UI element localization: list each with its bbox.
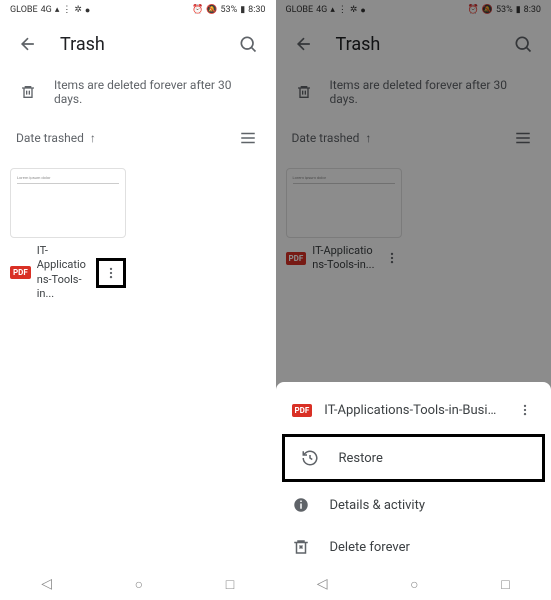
delete-icon	[292, 538, 312, 556]
dot-icon: ●	[85, 5, 90, 16]
arrow-up-icon: ↑	[90, 131, 96, 145]
sheet-header: PDF IT-Applications-Tools-in-Business-..…	[276, 392, 551, 432]
status-bar: GLOBE 4G ▴ ⋮ ✲ ● ⏰ 🔕 53% ▮ 8:30	[0, 0, 276, 20]
alarm-icon: ⏰	[192, 5, 203, 15]
sync-icon: ✲	[74, 5, 82, 15]
signal-icon: ▴	[55, 5, 60, 15]
network-label: 4G	[41, 5, 52, 15]
delete-forever-button[interactable]: Delete forever	[276, 526, 551, 568]
pdf-badge: PDF	[10, 266, 31, 279]
details-label: Details & activity	[330, 498, 425, 513]
battery-pct: 53%	[220, 5, 237, 15]
trash-icon	[20, 84, 36, 100]
restore-button[interactable]: Restore	[285, 437, 543, 479]
nav-back[interactable]: ◁	[41, 576, 52, 592]
delete-label: Delete forever	[330, 540, 410, 555]
sort-button[interactable]: Date trashed ↑	[16, 131, 96, 145]
sort-label: Date trashed	[16, 131, 84, 145]
nav-home[interactable]: ○	[135, 576, 143, 593]
search-button[interactable]	[236, 32, 260, 56]
info-icon	[292, 496, 312, 514]
wifi-icon: ⋮	[62, 5, 71, 15]
more-options-button[interactable]	[101, 263, 121, 283]
sort-row: Date trashed ↑	[0, 116, 276, 158]
details-button[interactable]: Details & activity	[276, 484, 551, 526]
pdf-badge: PDF	[292, 404, 313, 417]
restore-icon	[301, 449, 321, 467]
nav-home[interactable]: ○	[410, 576, 418, 593]
screen-trash-sheet: GLOBE 4G ▴ ⋮ ✲ ● ⏰ 🔕 53% ▮ 8:30 Trash It…	[276, 0, 551, 600]
app-bar: Trash	[0, 20, 276, 68]
bottom-sheet: PDF IT-Applications-Tools-in-Business-..…	[276, 382, 551, 568]
dnd-icon: 🔕	[206, 5, 217, 15]
nav-recent[interactable]: □	[501, 576, 509, 593]
back-button[interactable]	[16, 32, 40, 56]
more-button-highlight	[96, 258, 126, 288]
clock: 8:30	[248, 5, 265, 15]
view-toggle-button[interactable]	[236, 126, 260, 150]
carrier-label: GLOBE	[10, 5, 38, 15]
sheet-more-button[interactable]	[515, 400, 535, 420]
page-title: Trash	[60, 34, 216, 55]
nav-bar: ◁ ○ □	[276, 568, 551, 600]
sheet-file-name: IT-Applications-Tools-in-Business-...	[324, 403, 503, 418]
file-item[interactable]: Lorem ipsum dolor PDF IT-Applicatio ns-T…	[10, 168, 126, 307]
battery-icon: ▮	[240, 5, 245, 15]
info-message: Items are deleted forever after 30 days.	[54, 78, 256, 106]
file-thumbnail: Lorem ipsum dolor	[10, 168, 126, 238]
info-bar: Items are deleted forever after 30 days.	[0, 68, 276, 116]
nav-recent[interactable]: □	[226, 576, 234, 593]
screen-trash-grid: GLOBE 4G ▴ ⋮ ✲ ● ⏰ 🔕 53% ▮ 8:30 Trash It…	[0, 0, 276, 600]
nav-bar: ◁ ○ □	[0, 568, 276, 600]
restore-highlight: Restore	[282, 434, 546, 482]
file-name: IT-Applicatio ns-Tools-in...	[37, 244, 90, 301]
file-grid: Lorem ipsum dolor PDF IT-Applicatio ns-T…	[0, 158, 276, 317]
restore-label: Restore	[339, 451, 383, 466]
nav-back[interactable]: ◁	[317, 576, 328, 592]
